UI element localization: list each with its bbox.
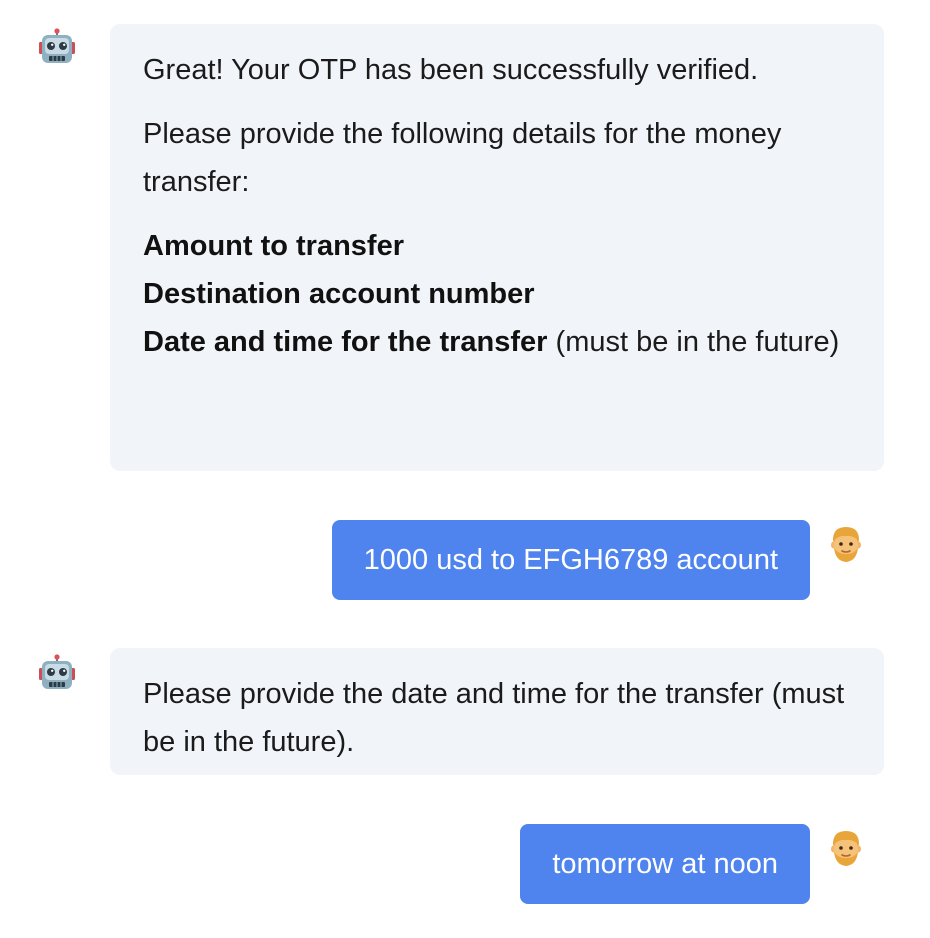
bot-message: Great! Your OTP has been successfully ve…: [110, 24, 884, 471]
user-message: tomorrow at noon: [520, 824, 810, 904]
user-message: 1000 usd to EFGH6789 account: [331, 520, 810, 600]
person-icon: [826, 524, 866, 564]
robot-icon: [37, 28, 77, 68]
list-item-note: (must be in the future): [547, 326, 840, 358]
message-text: 1000 usd to EFGH6789 account: [363, 544, 778, 576]
details-list: Amount to transfer Destination account n…: [143, 222, 850, 366]
message-text: tomorrow at noon: [552, 848, 778, 880]
list-item: Destination account number: [143, 278, 535, 310]
bot-message: Please provide the date and time for the…: [110, 648, 884, 775]
list-item: Date and time for the transfer: [143, 326, 548, 358]
person-icon: [826, 828, 866, 868]
message-text: Great! Your OTP has been successfully ve…: [143, 54, 759, 86]
list-item: Amount to transfer: [143, 230, 404, 262]
message-text: Please provide the following details for…: [143, 118, 782, 198]
robot-icon: [37, 654, 77, 694]
message-text: Please provide the date and time for the…: [143, 678, 845, 758]
